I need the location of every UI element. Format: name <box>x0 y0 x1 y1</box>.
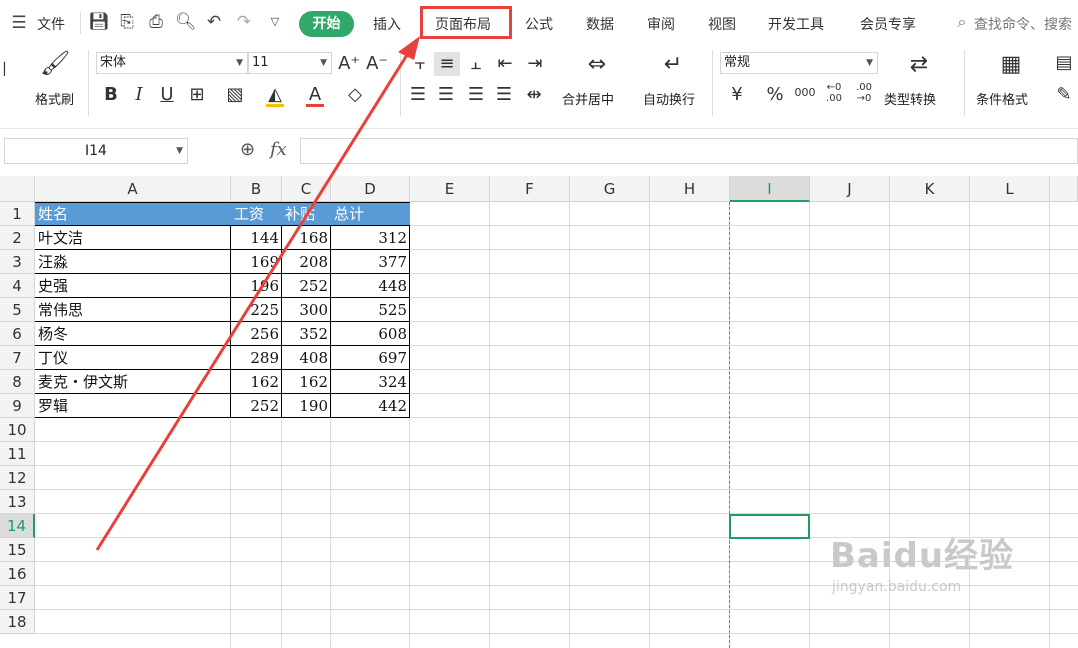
arrow-shaft <box>95 46 414 551</box>
watermark-url: jingyan.baidu.com <box>832 579 962 595</box>
watermark-brand: Baidu经验 <box>830 536 1015 576</box>
arrow-head <box>398 36 420 60</box>
baidu-watermark: Baidu经验 jingyan.baidu.com <box>830 528 1014 595</box>
